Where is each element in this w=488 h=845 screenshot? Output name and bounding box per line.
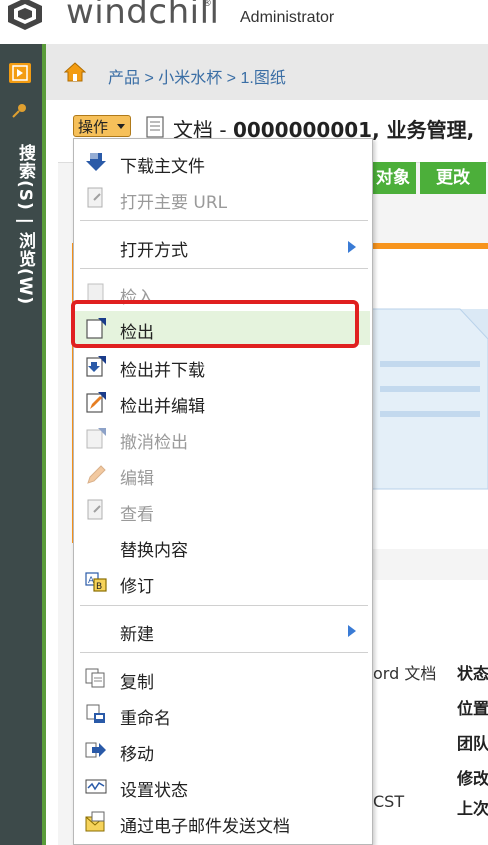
timestamp-value: CST xyxy=(373,792,405,811)
document-icon xyxy=(146,116,164,138)
view-icon xyxy=(87,499,103,520)
navigator-accent-bar xyxy=(42,44,46,845)
type-value: ord 文档 xyxy=(373,664,437,683)
menu-item-email-document[interactable]: 通过电子邮件发送文档 xyxy=(74,805,370,839)
tab-related-objects[interactable]: 对象 xyxy=(370,162,416,194)
submenu-arrow-icon xyxy=(348,241,356,253)
download-primary-icon xyxy=(86,153,106,171)
menu-separator xyxy=(80,652,368,653)
logo-registered-mark: ® xyxy=(202,0,212,9)
move-icon xyxy=(85,742,106,758)
team-label: 团队 xyxy=(457,734,488,753)
menu-item-edit: 编辑 xyxy=(74,457,370,491)
state-label: 状态 xyxy=(457,664,488,683)
menu-item-move[interactable]: 移动 xyxy=(74,733,370,767)
rename-icon xyxy=(86,704,105,723)
menu-item-new[interactable]: 新建 xyxy=(74,613,370,647)
menu-item-view: 查看 xyxy=(74,493,370,527)
actions-label: 操作 xyxy=(78,118,109,136)
checkout-highlight-annotation xyxy=(71,300,359,348)
submenu-arrow-icon xyxy=(348,625,356,637)
menu-separator xyxy=(80,268,368,269)
email-document-icon xyxy=(85,811,105,832)
menu-item-copy[interactable]: 复制 xyxy=(74,661,370,695)
expand-arrow-icon xyxy=(12,65,28,81)
logo-text: windchill xyxy=(66,0,220,32)
menu-item-revise[interactable]: A B 修订 xyxy=(74,565,370,599)
visualization-preview[interactable] xyxy=(369,249,488,549)
revise-icon: A B xyxy=(85,572,107,592)
windchill-logo-icon xyxy=(8,0,42,30)
svg-text:B: B xyxy=(96,582,102,592)
menu-item-download-primary[interactable]: 下载主文件 xyxy=(74,145,370,179)
menu-item-check-out-and-edit[interactable]: 检出并编辑 xyxy=(74,385,370,419)
expand-navigator-button[interactable] xyxy=(9,63,31,83)
menu-item-set-state[interactable]: 设置状态 xyxy=(74,769,370,803)
edit-pencil-icon xyxy=(87,465,106,484)
home-icon[interactable] xyxy=(64,62,86,82)
user-name[interactable]: Administrator xyxy=(240,9,334,27)
menu-item-open-primary-url: 打开主要 URL xyxy=(74,181,370,215)
chevron-down-icon xyxy=(117,124,125,129)
check-out-edit-icon xyxy=(86,392,106,413)
menu-item-check-out-and-download[interactable]: 检出并下载 xyxy=(74,349,370,383)
check-out-download-icon xyxy=(86,356,106,377)
pin-icon[interactable] xyxy=(10,102,28,120)
menu-item-undo-check-out: 撤消检出 xyxy=(74,421,370,455)
modified-label: 修改 xyxy=(457,769,488,788)
app-header: windchill ® Administrator xyxy=(0,0,488,44)
menu-separator xyxy=(80,605,368,606)
breadcrumb[interactable]: 产品 > 小米水杯 > 1.图纸 xyxy=(108,64,286,88)
tab-changes[interactable]: 更改 xyxy=(420,162,486,194)
set-state-icon xyxy=(85,779,107,794)
last-label: 上次 xyxy=(457,799,488,818)
menu-separator xyxy=(80,220,368,221)
menu-item-replace-content[interactable]: 替换内容 xyxy=(74,529,370,563)
copy-icon xyxy=(85,668,105,688)
menu-item-rename[interactable]: 重命名 xyxy=(74,697,370,731)
undo-checkout-icon xyxy=(86,428,106,449)
document-thumbnail-icon xyxy=(369,308,488,490)
menu-item-open-with[interactable]: 打开方式 xyxy=(74,229,370,263)
open-url-icon xyxy=(87,187,103,208)
location-label: 位置 xyxy=(457,699,488,718)
search-browse-toggle[interactable]: 搜索(S) | 浏览(W) xyxy=(2,144,38,324)
